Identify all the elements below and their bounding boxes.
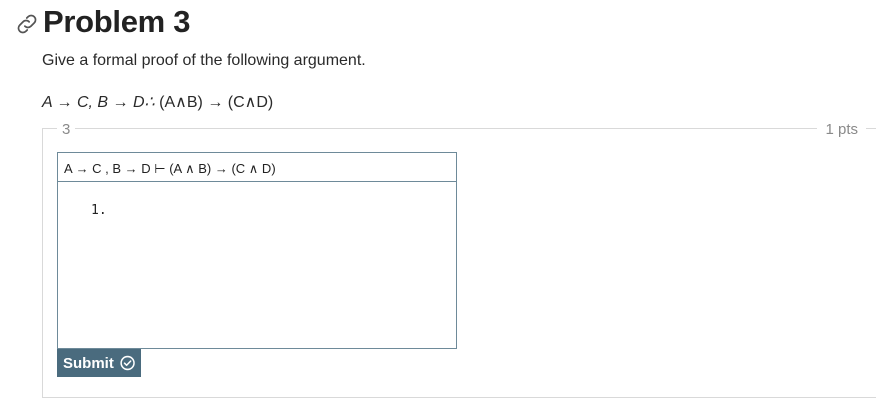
problem-heading: Problem 3 [14,4,190,40]
question-number: 3 [57,121,76,138]
page-title: Problem 3 [43,4,191,39]
argument-statement: A → C, B → D∴ (A∧B) → (C∧D) [42,92,273,112]
argument-conclusion: (A∧B) → (C∧D) [154,94,274,111]
submit-button[interactable]: Submit [57,349,141,377]
proof-line-number[interactable]: 1. [91,203,107,218]
argument-premises: A → C, B → D [42,94,145,111]
proof-editor[interactable]: A → C , B → D ⊢ (A ∧ B) → (C ∧ D) 1. [57,152,457,349]
link-icon[interactable] [14,11,40,37]
submit-label: Submit [63,354,114,372]
check-circle-icon [120,355,135,371]
problem-prompt: Give a formal proof of the following arg… [42,52,366,69]
proof-sequent: A → C , B → D ⊢ (A ∧ B) → (C ∧ D) [58,153,456,182]
therefore-symbol: ∴ [144,94,155,111]
question-points: 1 pts [817,121,866,138]
